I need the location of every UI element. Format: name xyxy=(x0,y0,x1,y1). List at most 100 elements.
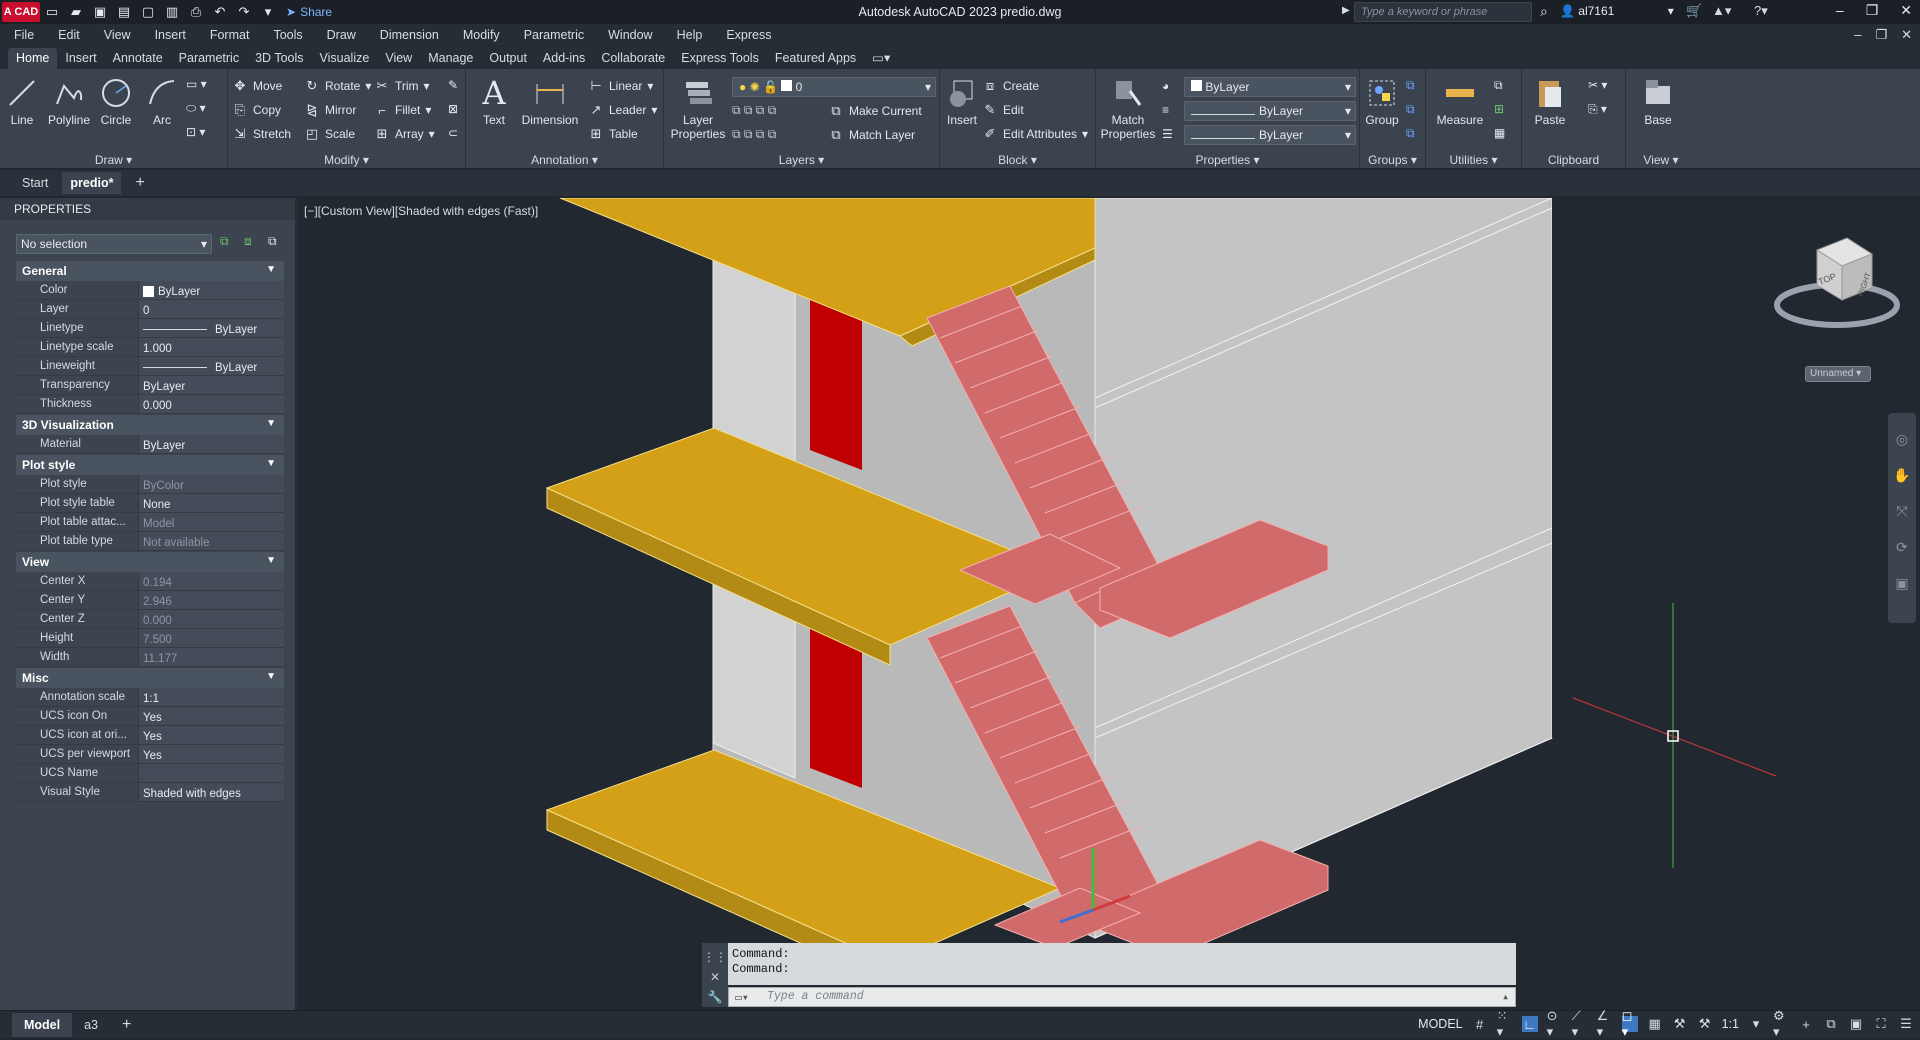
menu-parametric[interactable]: Parametric xyxy=(524,28,584,42)
panel-title-draw[interactable]: Draw ▾ xyxy=(0,153,227,167)
chevron-down-icon[interactable]: ▾ xyxy=(1748,1016,1764,1032)
layer-tools-row1[interactable]: ⧉ ⧉ ⧉ ⧉ xyxy=(732,103,776,118)
property-row[interactable]: Layer 0 xyxy=(16,300,284,319)
property-row[interactable]: UCS Name xyxy=(16,764,284,783)
doc-close-icon[interactable]: ✕ xyxy=(1901,27,1912,43)
tab-view[interactable]: View xyxy=(377,48,420,69)
customization-menu-icon[interactable]: ☰ xyxy=(1898,1016,1914,1032)
panel-title-layers[interactable]: Layers ▾ xyxy=(664,153,939,167)
menu-draw[interactable]: Draw xyxy=(327,28,356,42)
save-icon[interactable]: ▣ xyxy=(92,4,108,20)
property-row[interactable]: Linetype ByLayer xyxy=(16,319,284,338)
ortho-icon[interactable]: ∟ xyxy=(1521,1016,1538,1032)
annotation-visibility-icon[interactable]: ⚒ xyxy=(1672,1016,1688,1032)
property-row[interactable]: Width 11.177 xyxy=(16,648,284,667)
category-view[interactable]: View ▼ xyxy=(16,552,284,572)
property-row[interactable]: Lineweight ByLayer xyxy=(16,357,284,376)
category-plot-style[interactable]: Plot style ▼ xyxy=(16,455,284,475)
property-row[interactable]: Annotation scale 1:1 xyxy=(16,688,284,707)
panel-title-modify[interactable]: Modify ▾ xyxy=(228,153,465,167)
tab-featured-apps[interactable]: Featured Apps xyxy=(767,48,864,69)
tab-manage[interactable]: Manage xyxy=(420,48,481,69)
menu-insert[interactable]: Insert xyxy=(155,28,186,42)
customize-qat-icon[interactable]: ▾ xyxy=(260,4,276,20)
property-value[interactable]: 2.946 xyxy=(138,591,284,609)
layer-dropdown[interactable]: ● ✺ 🔓 0 ▾ xyxy=(732,77,936,97)
viewcube[interactable]: TOP RIGHT xyxy=(1772,230,1902,340)
match-layer-button[interactable]: ⧉ Match Layer xyxy=(828,127,915,143)
tab-express-tools[interactable]: Express Tools xyxy=(673,48,767,69)
property-value[interactable]: ByLayer xyxy=(138,319,284,337)
linear-button[interactable]: ⊢ Linear ▾ xyxy=(588,78,653,94)
annotation-scale[interactable]: 1:1 xyxy=(1722,1017,1739,1031)
redo-icon[interactable]: ↷ xyxy=(236,4,252,20)
dimension-button[interactable]: Dimension xyxy=(518,75,582,127)
search-input[interactable]: Type a keyword or phrase xyxy=(1354,2,1532,22)
paste-button[interactable]: Paste xyxy=(1532,75,1568,127)
tab-start[interactable]: Start xyxy=(14,172,56,194)
menu-view[interactable]: View xyxy=(104,28,131,42)
property-row[interactable]: Center Y 2.946 xyxy=(16,591,284,610)
category-misc[interactable]: Misc ▼ xyxy=(16,668,284,688)
property-value[interactable]: 0.000 xyxy=(138,395,284,413)
zoom-extents-icon[interactable]: ⤧ xyxy=(1888,493,1916,529)
stretch-button[interactable]: ⇲ Stretch xyxy=(232,126,291,142)
orbit-icon[interactable]: ⟳ xyxy=(1888,529,1916,565)
group-edit-icon[interactable]: ⧉ xyxy=(1406,102,1415,117)
annotation-autoscale-icon[interactable]: ⚒ xyxy=(1697,1016,1713,1032)
category-3d-visualization[interactable]: 3D Visualization ▼ xyxy=(16,415,284,435)
quick-select-icon[interactable]: ⧉ xyxy=(268,234,286,252)
collapse-arrow-icon[interactable]: ▼ xyxy=(266,458,276,469)
tab-visualize[interactable]: Visualize xyxy=(312,48,378,69)
panel-title-block[interactable]: Block ▾ xyxy=(940,153,1095,167)
line-button[interactable]: Line xyxy=(4,75,40,127)
copy-clip-icon[interactable]: ⎘ ▾ xyxy=(1588,102,1607,117)
open-folder-icon[interactable]: ▰ xyxy=(68,4,84,20)
tab-add-ins[interactable]: Add-ins xyxy=(535,48,593,69)
property-value[interactable]: 1:1 xyxy=(138,688,284,706)
open-web-icon[interactable]: ▢ xyxy=(140,4,156,20)
clean-screen-icon[interactable]: ⛶ xyxy=(1873,1016,1889,1032)
search-expand-icon[interactable]: ▶ xyxy=(1342,5,1350,16)
property-row[interactable]: Height 7.500 xyxy=(16,629,284,648)
property-value[interactable]: 0.194 xyxy=(138,572,284,590)
property-row[interactable]: Plot table type Not available xyxy=(16,532,284,551)
property-value[interactable]: 7.500 xyxy=(138,629,284,647)
model-drawing[interactable] xyxy=(300,198,1920,1010)
ungroup-icon[interactable]: ⧉ xyxy=(1406,78,1415,93)
tab-output[interactable]: Output xyxy=(481,48,535,69)
property-row[interactable]: Plot style ByColor xyxy=(16,475,284,494)
color-dropdown[interactable]: ByLayer ▾ xyxy=(1184,77,1356,97)
scale-button[interactable]: ◰ Scale xyxy=(304,126,355,142)
hatch-icon[interactable]: ⬭ ▾ xyxy=(186,101,206,116)
restore-icon[interactable]: ❐ xyxy=(1866,2,1879,19)
property-value[interactable]: 1.000 xyxy=(138,338,284,356)
close-icon[interactable]: ✕ xyxy=(1900,2,1912,19)
tab-collaborate[interactable]: Collaborate xyxy=(593,48,673,69)
user-account[interactable]: 👤 al7161 ▾ xyxy=(1560,4,1674,18)
property-row[interactable]: UCS icon at ori... Yes xyxy=(16,726,284,745)
group-button[interactable]: Group xyxy=(1364,75,1400,127)
collapse-arrow-icon[interactable]: ▼ xyxy=(266,555,276,566)
arc-button[interactable]: Arc xyxy=(144,75,180,127)
object-snap-icon[interactable]: ◻ ▾ xyxy=(1621,1008,1638,1039)
expand-history-icon[interactable]: ▴ xyxy=(1502,989,1509,1004)
category-general[interactable]: General ▼ xyxy=(16,261,284,281)
menu-tools[interactable]: Tools xyxy=(273,28,302,42)
tab-predio[interactable]: predio* xyxy=(62,172,122,194)
save-as-icon[interactable]: ▤ xyxy=(116,4,132,20)
leader-button[interactable]: ↗ Leader ▾ xyxy=(588,102,658,118)
erase-icon[interactable]: ✎ xyxy=(448,78,458,92)
autodesk-a360-icon[interactable]: ▲▾ xyxy=(1712,3,1731,19)
tab-annotate[interactable]: Annotate xyxy=(105,48,171,69)
layer-properties-button[interactable]: Layer Properties xyxy=(668,75,728,141)
menu-window[interactable]: Window xyxy=(608,28,652,42)
snap-icon[interactable]: ⁙ ▾ xyxy=(1497,1008,1513,1039)
calculator-icon[interactable]: ▦ xyxy=(1494,126,1505,140)
help-icon[interactable]: ?▾ xyxy=(1754,3,1768,19)
minimize-icon[interactable]: – xyxy=(1836,2,1844,19)
panel-title-utilities[interactable]: Utilities ▾ xyxy=(1426,153,1521,167)
new-tab-plus-icon[interactable]: + xyxy=(127,170,152,196)
workspace-gear-icon[interactable]: ⚙ ▾ xyxy=(1773,1008,1789,1039)
select-objects-icon[interactable]: ⧈ xyxy=(244,234,262,252)
